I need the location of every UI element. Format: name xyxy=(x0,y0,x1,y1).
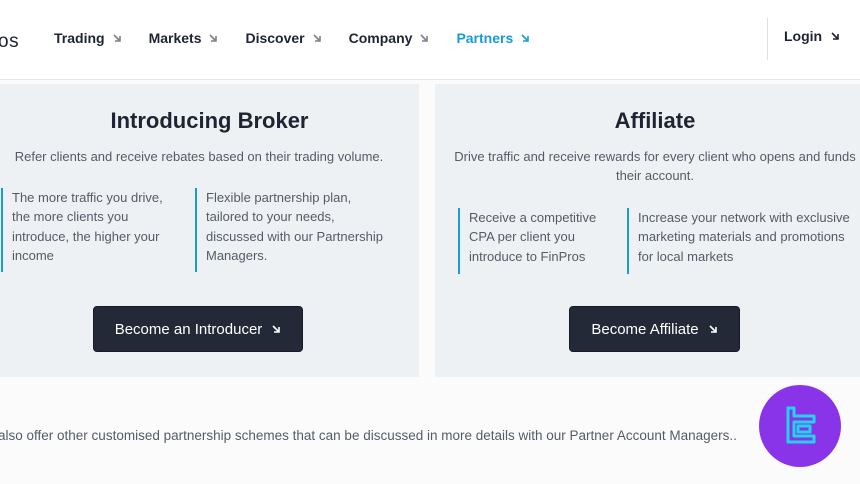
nav-item-markets[interactable]: Markets xyxy=(149,30,219,46)
arrow-down-right-icon xyxy=(272,325,281,333)
login-button[interactable]: Login xyxy=(784,28,840,44)
feature-item: Increase your network with exclusive mar… xyxy=(627,208,859,274)
card-title: Affiliate xyxy=(614,108,696,133)
introducing-broker-card: Introducing Broker Refer clients and rec… xyxy=(0,84,419,377)
arrow-down-right-icon xyxy=(831,32,839,40)
brand-logo[interactable]: os xyxy=(0,31,19,53)
header-divider xyxy=(767,18,768,60)
tc-logo-glyph xyxy=(786,406,816,444)
arrow-down-right-icon xyxy=(209,34,218,42)
tc-logo-icon xyxy=(759,385,841,467)
nav-item-discover[interactable]: Discover xyxy=(245,30,321,46)
partnership-note: also offer other customised partnership … xyxy=(0,428,737,443)
nav-item-label: Discover xyxy=(245,30,305,46)
nav-item-label: Trading xyxy=(54,30,105,46)
card-subtitle: Drive traffic and receive rewards for ev… xyxy=(454,149,856,183)
arrow-down-right-icon xyxy=(709,325,717,333)
site-header: os Trading Markets Discover Company Part… xyxy=(0,0,860,80)
card-subtitle: Refer clients and receive rebates based … xyxy=(14,149,384,164)
arrow-down-right-icon xyxy=(112,34,121,42)
main-nav: Trading Markets Discover Company Partner… xyxy=(54,30,557,46)
nav-item-trading[interactable]: Trading xyxy=(54,30,122,46)
affiliate-card: Affiliate Drive traffic and receive rewa… xyxy=(435,84,860,377)
arrow-down-right-icon xyxy=(313,34,321,42)
nav-item-company[interactable]: Company xyxy=(349,30,430,46)
nav-item-label: Company xyxy=(348,30,413,46)
nav-item-label: Partners xyxy=(456,30,514,46)
become-affiliate-button[interactable]: Become Affiliate xyxy=(569,306,740,352)
feature-item: Receive a competitive CPA per client you… xyxy=(458,208,608,274)
become-introducer-button[interactable]: Become an Introducer xyxy=(93,306,303,352)
arrow-down-right-icon xyxy=(420,34,429,42)
nav-item-label: Markets xyxy=(148,30,202,46)
button-label: Become an Introducer xyxy=(114,320,263,338)
button-label: Become Affiliate xyxy=(591,320,699,338)
card-title: Introducing Broker xyxy=(110,108,309,133)
login-label: Login xyxy=(784,28,823,44)
arrow-down-right-icon xyxy=(521,34,530,42)
feature-item: Flexible partnership plan, tailored to y… xyxy=(195,188,395,272)
feature-item: The more traffic you drive, the more cli… xyxy=(1,188,171,272)
nav-item-partners[interactable]: Partners xyxy=(456,30,530,46)
